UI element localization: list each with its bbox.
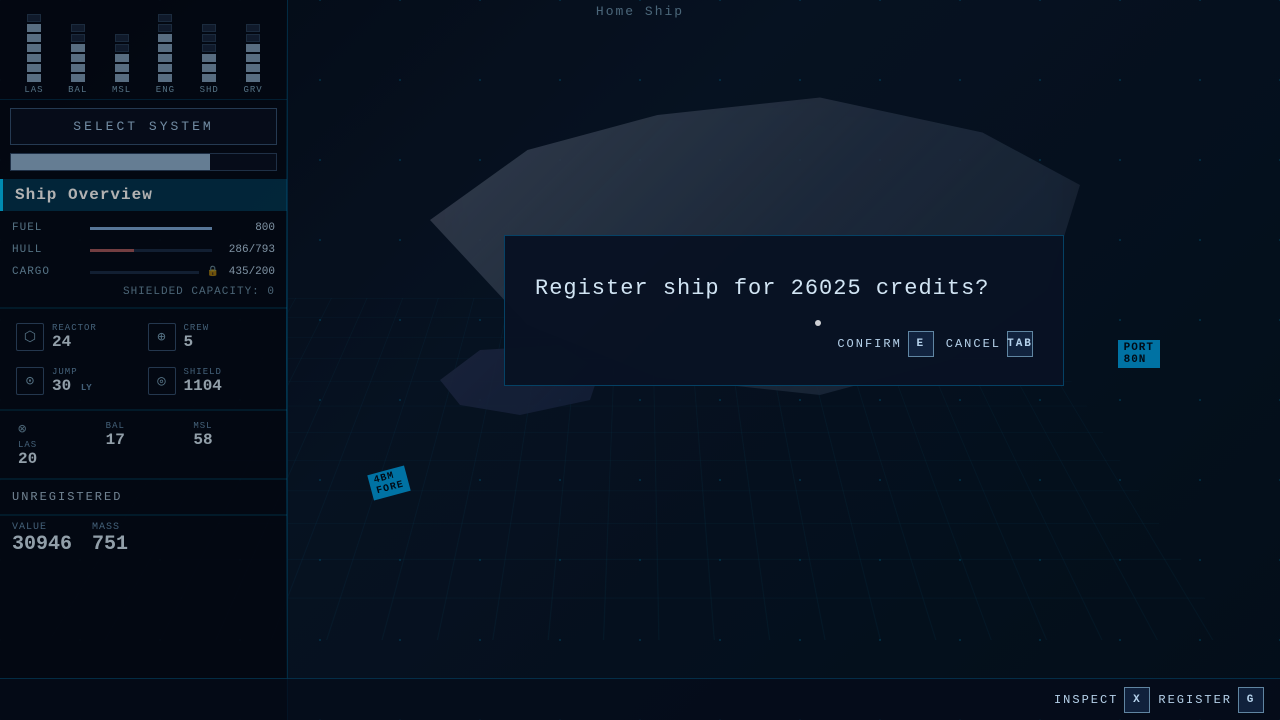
register-dialog: Register ship for 26025 credits? CONFIRM… <box>504 235 1064 386</box>
register-label: REGISTER <box>1158 693 1232 707</box>
cancel-label: CANCEL <box>946 337 1001 351</box>
modal-buttons: CONFIRM E CANCEL TAB <box>535 331 1033 357</box>
register-key: G <box>1238 687 1264 713</box>
confirm-button[interactable]: CONFIRM E <box>837 331 933 357</box>
inspect-key: X <box>1124 687 1150 713</box>
inspect-label: INSPECT <box>1054 693 1118 707</box>
inspect-action[interactable]: INSPECT X <box>1054 687 1150 713</box>
cancel-key: TAB <box>1007 331 1033 357</box>
confirm-label: CONFIRM <box>837 337 901 351</box>
bottom-bar: INSPECT X REGISTER G <box>0 678 1280 720</box>
register-action[interactable]: REGISTER G <box>1158 687 1264 713</box>
modal-backdrop: Register ship for 26025 credits? CONFIRM… <box>0 0 1280 720</box>
cancel-button[interactable]: CANCEL TAB <box>946 331 1033 357</box>
confirm-key: E <box>908 331 934 357</box>
modal-question-text: Register ship for 26025 credits? <box>535 276 1033 301</box>
